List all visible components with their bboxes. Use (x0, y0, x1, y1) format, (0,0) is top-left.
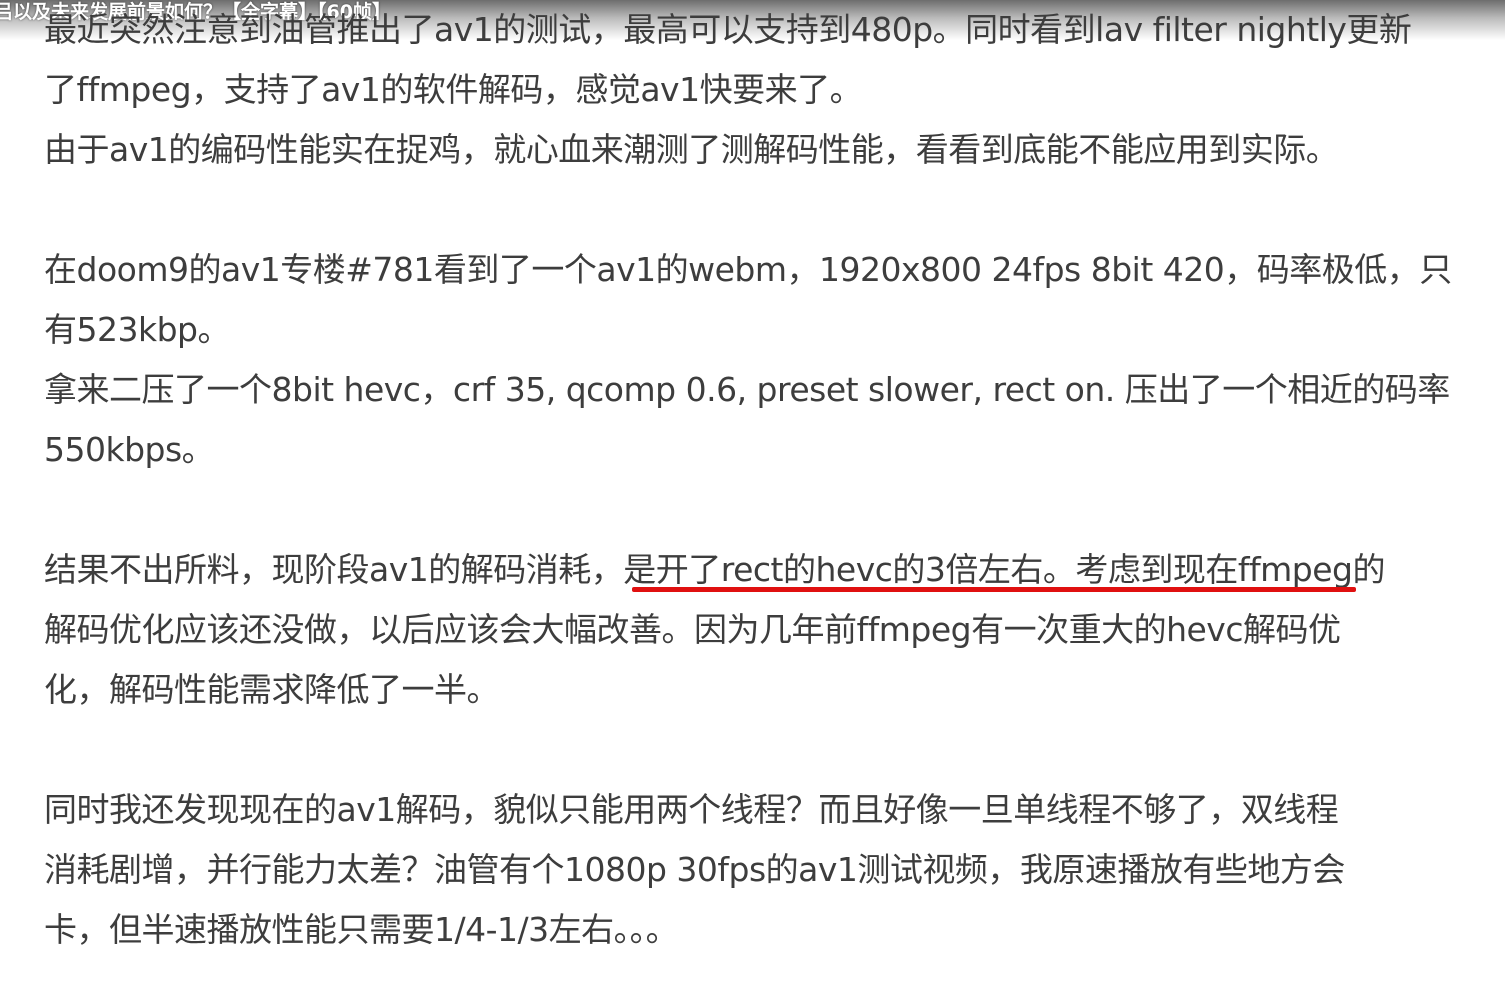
paragraph-line: 最近突然注意到油管推出了av1的测试，最高可以支持到480p。同时看到lav f… (44, 10, 1412, 49)
paragraph-line: 在doom9的av1专楼#781看到了一个av1的webm，1920x800 2… (44, 250, 1452, 289)
paragraph-line: 了ffmpeg，支持了av1的软件解码，感觉av1快要来了。 (44, 70, 863, 109)
paragraph-line: 化，解码性能需求降低了一半。 (44, 670, 500, 709)
paragraph-line: 消耗剧增，并行能力太差？油管有个1080p 30fps的av1测试视频，我原速播… (44, 850, 1345, 889)
paragraph-line: 拿来二压了一个8bit hevc，crf 35, qcomp 0.6, pres… (44, 370, 1450, 409)
paragraph-line: 有523kbp。 (44, 310, 231, 349)
paragraph-line: 由于av1的编码性能实在捉鸡，就心血来潮测了测解码性能，看看到底能不能应用到实际… (44, 130, 1339, 169)
paragraph-line: 550kbps。 (44, 430, 215, 469)
paragraph-line: 结果不出所料，现阶段av1的解码消耗，是开了rect的hevc的3倍左右。考虑到… (44, 550, 1385, 589)
red-highlight-underline (632, 587, 1356, 592)
paragraph-line: 同时我还发现现在的av1解码，貌似只能用两个线程？而且好像一旦单线程不够了，双线… (44, 790, 1339, 829)
paragraph-line: 卡，但半速播放性能只需要1/4-1/3左右。。。 (44, 910, 679, 949)
paragraph-line: 解码优化应该还没做，以后应该会大幅改善。因为几年前ffmpeg有一次重大的hev… (44, 610, 1341, 649)
